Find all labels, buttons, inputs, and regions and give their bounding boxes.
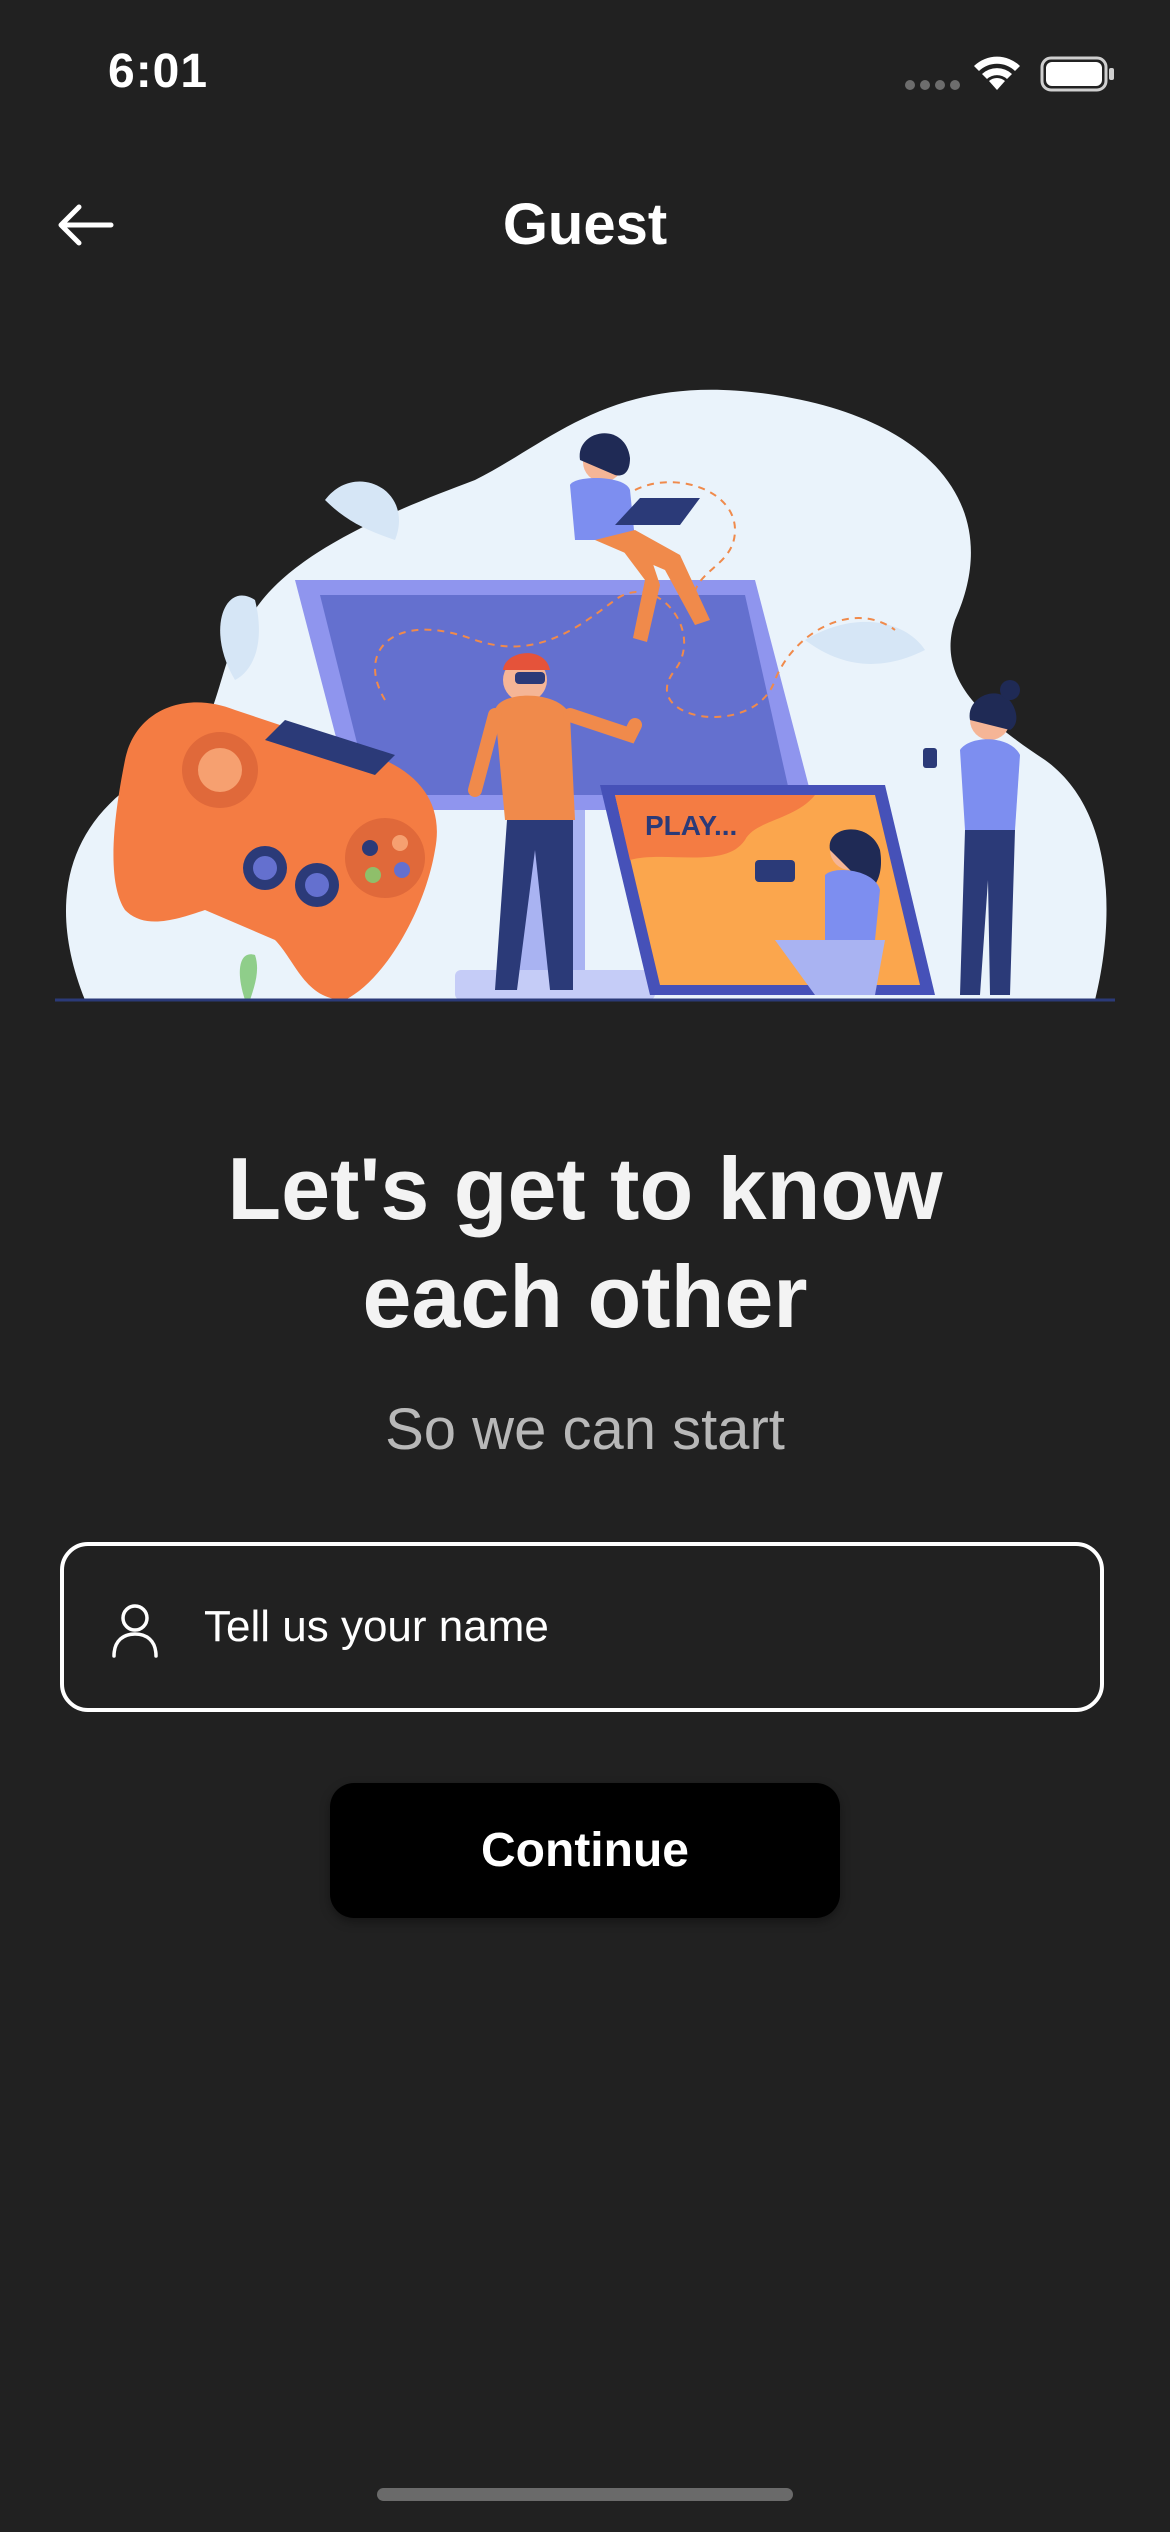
battery-icon	[1040, 56, 1114, 92]
user-icon	[112, 1604, 158, 1658]
tablet-screen: PLAY...	[600, 785, 935, 995]
page-title: Guest	[502, 192, 668, 257]
controller-dpad	[198, 748, 242, 792]
tablet-play-text: PLAY...	[645, 810, 737, 841]
controller-buttons	[345, 818, 425, 898]
subhead: So we can start	[385, 1397, 785, 1462]
man-torso	[495, 695, 575, 820]
name-field[interactable]	[60, 1542, 1104, 1712]
headline-line2: each other	[362, 1247, 808, 1346]
status-time: 6:01	[108, 45, 209, 98]
controller-stick	[253, 856, 277, 880]
name-input[interactable]	[204, 1546, 1064, 1708]
wifi-icon	[974, 56, 1020, 90]
controller-stick	[305, 873, 329, 897]
cellular-signal-icon	[905, 80, 960, 90]
gaming-illustration: PLAY...	[55, 389, 1115, 1002]
home-indicator	[377, 2488, 793, 2501]
headline-line1: Let's get to know	[227, 1139, 943, 1238]
status-bar: 6:01	[0, 0, 1170, 150]
continue-button[interactable]: Continue	[330, 1783, 840, 1918]
headline: Let's get to know each other	[0, 1135, 1170, 1351]
